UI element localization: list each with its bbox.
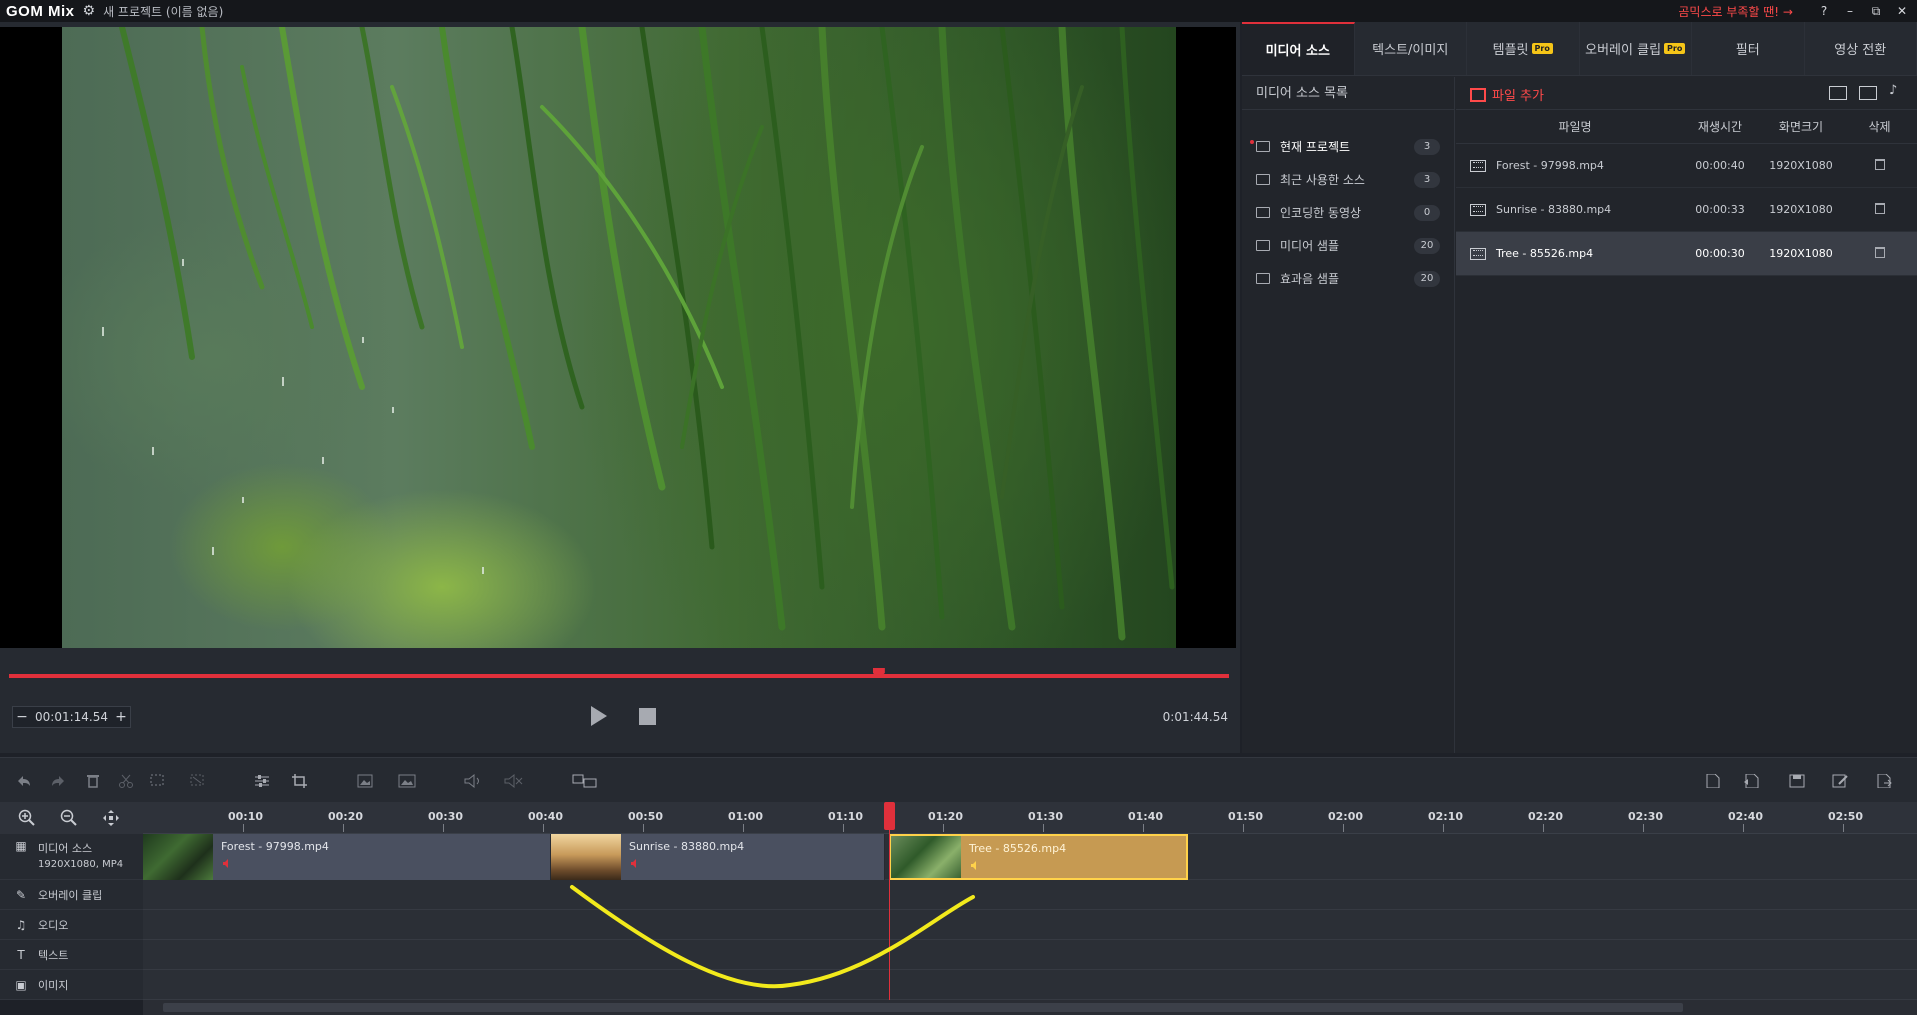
annotation-curve — [570, 885, 975, 989]
scrollbar-thumb[interactable] — [163, 1003, 1683, 1012]
timeline-scrollbar[interactable] — [143, 1000, 1917, 1015]
